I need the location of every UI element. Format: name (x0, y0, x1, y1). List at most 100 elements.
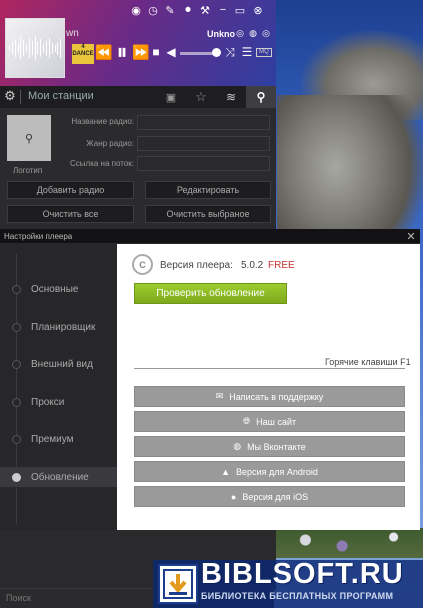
website-button[interactable]: 🌐︎ Наш сайт (134, 411, 405, 432)
nav-dot (12, 397, 21, 407)
wrench-icon[interactable]: ⚒ (198, 3, 212, 17)
network-icon[interactable]: ◎ (235, 28, 245, 38)
edit-icon[interactable]: ✎ (163, 3, 177, 17)
wave-bar (9, 45, 10, 51)
ios-button[interactable]: ● Версия для iOS (134, 486, 405, 507)
magnifier-icon: ⚲ (24, 132, 34, 145)
nav-item-appearance[interactable]: Внешний вид (0, 354, 117, 374)
nav-label: Обновление (31, 471, 89, 483)
nav-item-premium[interactable]: Премиум (0, 429, 117, 449)
wave-bar (31, 41, 33, 55)
close-icon[interactable]: ⊗ (251, 3, 265, 17)
pause-icon[interactable]: ⏸ (113, 39, 131, 64)
nav-dot (12, 434, 21, 444)
compact-mode-icon[interactable]: ▭ (233, 3, 247, 17)
nav-dot (12, 322, 21, 332)
support-button[interactable]: ✉ Написать в поддержку (134, 386, 405, 407)
waveform-icon[interactable]: ≋ (216, 86, 246, 108)
android-button[interactable]: ▲ Версия для Android (134, 461, 405, 482)
clear-selected-button[interactable]: Очистить выбраное (145, 205, 271, 223)
vk-label: Мы Вконтакте (247, 441, 306, 452)
waveform-art (9, 36, 62, 60)
version-number: 5.0.2 (241, 260, 264, 271)
minimize-icon[interactable]: − (216, 3, 230, 17)
ios-label: Версия для iOS (242, 491, 309, 502)
stream-input[interactable] (137, 156, 270, 171)
search-icon[interactable]: ⚲ (246, 86, 276, 108)
logo-label: Логотип (13, 166, 43, 175)
stream-label: Ссылка на поток: (70, 159, 134, 168)
wave-bar (48, 38, 50, 58)
check-update-button[interactable]: Проверить обновление (134, 283, 287, 304)
wave-bar (11, 42, 13, 54)
apple-icon: ● (230, 491, 237, 502)
nav-dot (12, 284, 21, 294)
settings-close-icon[interactable]: ✕ (404, 229, 418, 244)
watermark-title: BIBLSOFT.RU (201, 558, 404, 590)
support-label: Написать в поддержку (229, 391, 324, 402)
nav-dot (12, 472, 21, 482)
shuffle-icon[interactable]: ⤨ (223, 45, 237, 59)
hotkeys-divider (134, 368, 405, 369)
nav-label: Основные (31, 283, 79, 295)
record-icon[interactable]: ⏺ (181, 3, 195, 17)
genre-label: Жанр радио: (86, 139, 134, 148)
vk-button[interactable]: ◍ Мы Вконтакте (134, 436, 405, 457)
wave-bar (28, 38, 30, 58)
download-logo-icon (158, 564, 198, 604)
volume-icon[interactable]: ◀ (164, 45, 178, 59)
wave-bar (37, 42, 39, 54)
wave-bar (20, 37, 22, 59)
wave-bar (60, 38, 62, 58)
globe-icon: 🌐︎ (242, 416, 251, 426)
volume-knob[interactable] (212, 48, 221, 57)
settings-gear-icon[interactable]: ⚙ (2, 88, 18, 104)
mail-icon: ✉ (215, 391, 224, 401)
version-label: Версия плеера: (160, 260, 233, 271)
radio-icon[interactable]: ▣ (156, 86, 186, 108)
wave-bar (17, 43, 19, 53)
nav-item-scheduler[interactable]: Планировщик (0, 317, 117, 337)
nav-label: Прокси (31, 396, 65, 408)
name-input[interactable] (137, 115, 270, 130)
share-icon[interactable]: ◎ (261, 28, 271, 38)
nav-label: Планировщик (31, 321, 96, 333)
edit-button[interactable]: Редактировать (145, 181, 271, 199)
divider (20, 90, 21, 104)
stations-label: Мои станции (28, 90, 94, 102)
android-icon: ▲ (221, 466, 231, 477)
name-label: Название радио: (71, 117, 134, 126)
star-icon[interactable]: ☆ (186, 86, 216, 108)
stop-icon[interactable]: ■ (150, 45, 162, 59)
nav-item-update[interactable]: Обновление (0, 467, 117, 487)
track-title: wn (66, 28, 79, 39)
equalizer-icon[interactable]: ☰ (240, 45, 254, 59)
wave-bar (14, 39, 16, 57)
quality-badge[interactable]: MQ (256, 48, 272, 57)
wave-bar (45, 40, 47, 56)
nav-dot (12, 359, 21, 369)
android-label: Версия для Android (236, 466, 318, 477)
add-radio-button[interactable]: Добавить радио (7, 181, 134, 199)
wave-bar (43, 43, 44, 53)
search-label[interactable]: Поиск (6, 593, 31, 603)
player-logo-icon: C (132, 254, 153, 275)
nav-item-basic[interactable]: Основные (0, 279, 117, 299)
version-free-badge: FREE (268, 260, 295, 271)
timer-icon[interactable]: ◷ (146, 3, 160, 17)
wave-bar (57, 41, 59, 55)
desktop-flowers (276, 528, 423, 558)
vk-icon: ◍ (233, 441, 242, 451)
wave-bar (54, 44, 56, 52)
color-palette-icon[interactable]: ◉ (129, 3, 143, 17)
next-icon[interactable]: ⏩ (132, 44, 149, 60)
wave-bar (26, 44, 27, 52)
nav-item-proxy[interactable]: Прокси (0, 392, 117, 412)
clear-all-button[interactable]: Очистить все (7, 205, 134, 223)
watermark-subtitle: БИБЛИОТЕКА БЕСПЛАТНЫХ ПРОГРАММ (201, 591, 394, 601)
wave-bar (51, 42, 53, 54)
vk-share-icon[interactable]: ◍ (248, 28, 258, 38)
previous-icon[interactable]: ⏪ (95, 44, 112, 60)
genre-input[interactable] (137, 136, 270, 151)
wave-bar (23, 40, 25, 56)
